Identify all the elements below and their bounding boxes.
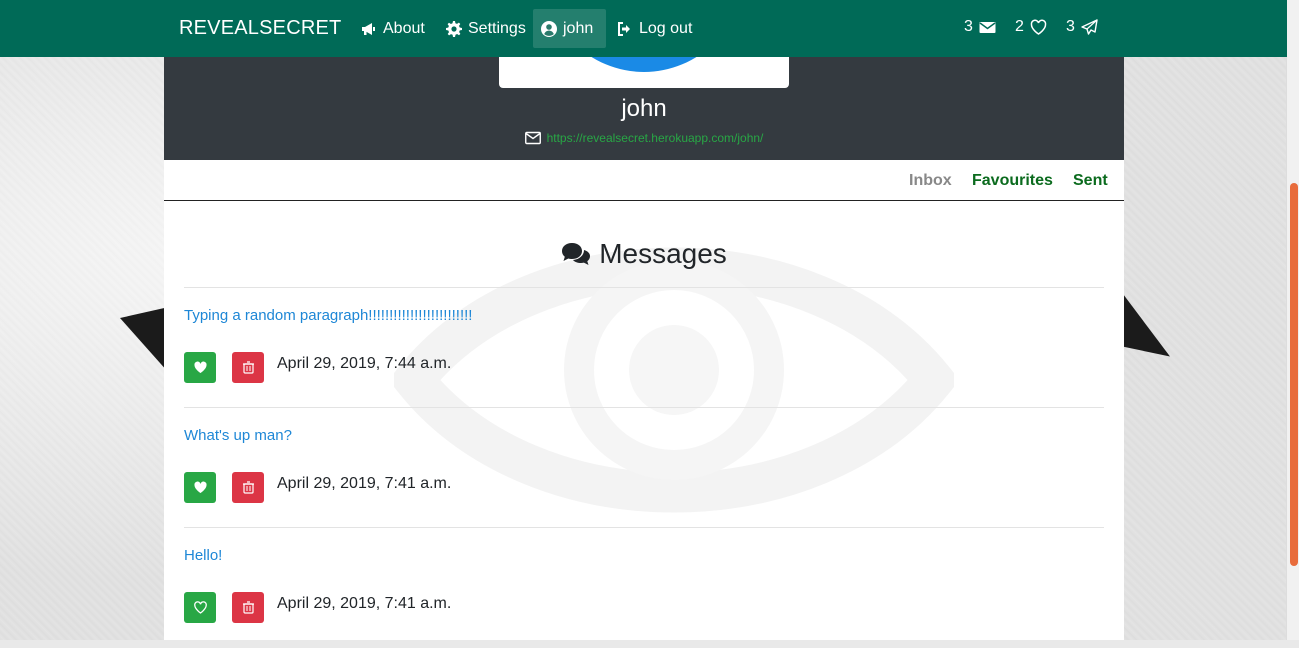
tab-favourites[interactable]: Favourites: [972, 172, 1053, 190]
heart-outline-icon: [193, 601, 207, 614]
trash-icon: [242, 601, 254, 614]
favourites-count-value: 2: [1015, 18, 1024, 35]
gear-icon: [446, 20, 462, 37]
message-text: Typing a random paragraph!!!!!!!!!!!!!!!…: [184, 307, 473, 324]
message-date: April 29, 2019, 7:44 a.m.: [277, 355, 452, 372]
sent-count-value: 3: [1066, 18, 1075, 35]
profile-share-link[interactable]: https://revealsecret.herokuapp.com/john/: [547, 131, 764, 145]
user-circle-icon: [541, 20, 557, 37]
envelope-outline-icon: [524, 131, 541, 145]
nav-profile-label: john: [563, 19, 594, 37]
inbox-count[interactable]: 3: [964, 18, 996, 36]
scrollbar-thumb[interactable]: [1290, 183, 1298, 566]
message-date: April 29, 2019, 7:41 a.m.: [277, 595, 452, 612]
messages-title: Messages: [164, 238, 1124, 270]
navbar: REVEALSECRET About Settings john Log out…: [0, 0, 1287, 57]
delete-button[interactable]: [232, 592, 264, 623]
delete-button[interactable]: [232, 472, 264, 503]
favourites-count[interactable]: 2: [1015, 18, 1047, 36]
message-tabs: Inbox Favourites Sent: [164, 160, 1124, 201]
tab-sent[interactable]: Sent: [1073, 172, 1108, 190]
tab-inbox[interactable]: Inbox: [909, 172, 952, 190]
heart-filled-icon: [193, 361, 207, 373]
profile-name: john: [621, 95, 667, 122]
nav-profile-john[interactable]: john: [533, 9, 606, 48]
main-container: john https://revealsecret.herokuapp.com/…: [164, 0, 1124, 640]
nav-settings[interactable]: Settings: [438, 9, 534, 48]
message-item: Typing a random paragraph!!!!!!!!!!!!!!!…: [184, 288, 1104, 408]
message-text: Hello!: [184, 547, 223, 564]
trash-icon: [242, 361, 254, 374]
sent-count[interactable]: 3: [1066, 18, 1098, 36]
message-date: April 29, 2019, 7:41 a.m.: [277, 475, 452, 492]
messages-title-text: Messages: [599, 238, 727, 269]
heart-filled-icon: [193, 481, 207, 493]
inbox-count-value: 3: [964, 18, 973, 35]
envelope-icon: [979, 19, 996, 36]
sign-out-icon: [617, 21, 633, 37]
nav-logout-label: Log out: [639, 19, 693, 37]
nav-settings-label: Settings: [468, 19, 526, 37]
favourite-button[interactable]: [184, 352, 216, 383]
delete-button[interactable]: [232, 352, 264, 383]
bullhorn-icon: [361, 21, 377, 37]
nav-about[interactable]: About: [353, 9, 433, 48]
nav-about-label: About: [383, 19, 425, 37]
scrollbar[interactable]: [1286, 0, 1299, 640]
favourite-button[interactable]: [184, 472, 216, 503]
trash-icon: [242, 481, 254, 494]
profile-link-row: https://revealsecret.herokuapp.com/john/: [164, 131, 1124, 145]
message-text: What's up man?: [184, 427, 292, 444]
comments-icon: [561, 241, 591, 267]
brand-logo[interactable]: REVEALSECRET: [179, 17, 341, 40]
paper-plane-icon: [1081, 18, 1098, 36]
heart-outline-icon: [1030, 19, 1047, 36]
message-item: Hello! April 29, 2019, 7:41 a.m.: [184, 528, 1104, 648]
nav-logout[interactable]: Log out: [609, 9, 700, 48]
message-item: What's up man? April 29, 2019, 7:41 a.m.: [184, 408, 1104, 528]
favourite-button[interactable]: [184, 592, 216, 623]
